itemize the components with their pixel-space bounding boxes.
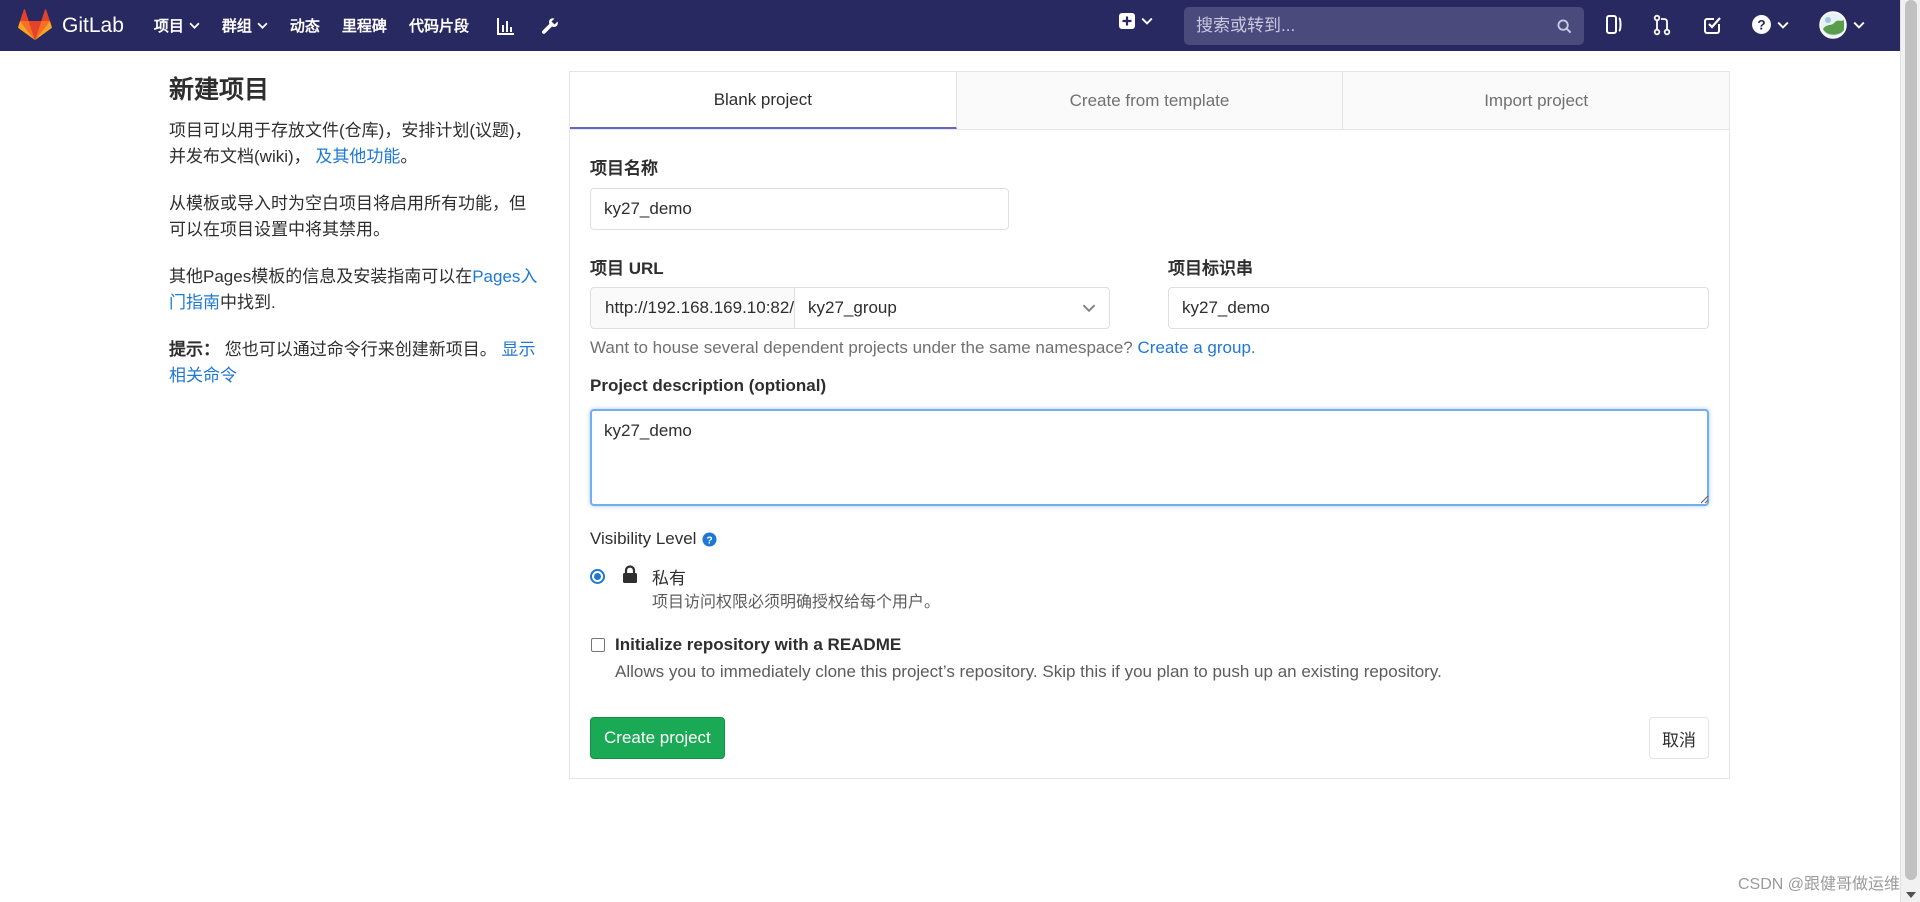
wrench-icon [541,17,558,34]
nav-link-label: 里程碑 [341,18,387,35]
nav-link-label: 群组 [221,18,252,35]
nav-link-groups[interactable]: 群组 [222,15,268,36]
top-navbar: GitLab 项目 群组 动态 里程碑 代码片段 搜索或转到... ? [0,0,1900,51]
user-avatar [1819,11,1847,39]
project-description-label-text: Project description (optional) [590,376,827,395]
watermark: CSDN @跟健哥做运维 [1737,876,1900,893]
nav-link-milestones[interactable]: 里程碑 [342,15,387,36]
scroll-down-arrow-icon[interactable] [1906,892,1916,898]
info-paragraph-pages: 其他Pages模板的信息及安装指南可以在Pages入门指南中找到. [169,264,539,316]
readme-help: Allows you to immediately clone this pro… [615,662,1442,681]
project-description-textarea[interactable]: ky27_demo [590,409,1709,506]
chevron-down-icon [189,22,200,29]
info-paragraph-features: 项目可以用于存放文件(仓库)，安排计划(议题)，并发布文档(wiki)， 及其他… [169,118,539,170]
gitlab-logo-icon [18,8,52,40]
project-name-input[interactable] [590,188,1009,230]
project-slug-input[interactable] [1168,287,1709,329]
resize-grip-icon[interactable] [1699,494,1709,504]
create-project-button[interactable]: Create project [590,717,725,759]
nav-links: 项目 群组 动态 里程碑 代码片段 [154,0,579,51]
issues-icon [1606,15,1622,34]
user-menu-button[interactable] [1819,11,1865,39]
new-dropdown-button[interactable] [1118,12,1153,30]
admin-area-button[interactable] [535,11,565,41]
namespace-select[interactable]: ky27_group [795,287,1110,329]
readme-label[interactable]: Initialize repository with a README [615,635,901,655]
nav-link-snippets[interactable]: 代码片段 [409,15,469,36]
scrollbar-thumb[interactable] [1905,0,1917,880]
tip-text: 您也可以通过命令行来创建新项目。 [224,340,497,359]
visibility-private-radio[interactable] [590,569,605,584]
tab-create-from-template[interactable]: Create from template [956,72,1344,129]
plus-square-icon [1119,13,1135,29]
project-name-label: 项目名称 [590,159,658,178]
visibility-label-text: Visibility Level [590,529,697,548]
chevron-down-icon [1141,17,1153,25]
project-tabs: Blank project Create from template Impor… [570,72,1730,130]
chart-icon [496,17,514,35]
lock-icon [623,565,637,583]
project-description-label: Project description (optional) [590,376,826,396]
visibility-private-help: 项目访问权限必须明确授权给每个用户。 [652,594,941,611]
brand[interactable]: GitLab [18,0,124,51]
tab-import-project[interactable]: Import project [1343,72,1730,129]
issues-button[interactable] [1604,14,1624,41]
todo-check-icon [1704,17,1721,34]
nav-link-label: 代码片段 [408,18,469,35]
todos-button[interactable] [1703,15,1723,40]
merge-request-icon [1653,14,1671,36]
new-project-panel: Blank project Create from template Impor… [569,71,1730,779]
question-circle-icon[interactable]: ? [702,531,717,547]
group-help-text: Want to house several dependent projects… [590,338,1256,358]
merge-requests-button[interactable] [1652,14,1672,41]
svg-text:?: ? [707,535,713,546]
chevron-down-icon [1082,304,1096,313]
nav-link-label: 动态 [289,18,320,35]
visibility-private-label[interactable]: 私有 [652,564,686,589]
chevron-down-icon [1777,21,1789,29]
project-url-prefix: http://192.168.169.10:82/ [590,287,795,329]
chevron-down-icon [257,22,268,29]
new-project-info: 新建项目 项目可以用于存放文件(仓库)，安排计划(议题)，并发布文档(wiki)… [169,70,539,410]
help-icon: ? [1752,15,1771,34]
group-help-message: Want to house several dependent projects… [590,338,1133,357]
project-url-label: 项目 URL [590,259,664,278]
help-dropdown-button[interactable]: ? [1751,14,1789,35]
tab-blank-project[interactable]: Blank project [570,72,957,129]
readme-checkbox[interactable] [591,638,605,652]
chart-button[interactable] [491,11,521,41]
cancel-button[interactable]: 取消 [1649,717,1709,759]
info-text: 其他Pages模板的信息及安装指南可以在 [169,267,473,286]
chevron-down-icon [1853,21,1865,29]
vertical-scrollbar[interactable] [1900,0,1920,902]
project-slug-label: 项目标识串 [1168,259,1253,278]
info-paragraph-templates: 从模板或导入时为空白项目将启用所有功能，但可以在项目设置中将其禁用。 [169,194,526,239]
more-features-link[interactable]: 及其他功能 [315,147,400,166]
search-input[interactable] [1196,16,1557,36]
info-text-end: 中找到. [220,293,276,312]
tip-label: 提示： [169,340,220,359]
create-group-link[interactable]: Create a group. [1138,338,1256,357]
search-icon [1557,18,1572,33]
visibility-label: Visibility Level ? [590,529,717,549]
nav-link-activity[interactable]: 动态 [290,15,320,36]
nav-link-projects[interactable]: 项目 [154,15,200,36]
info-paragraph-tip: 提示： 您也可以通过命令行来创建新项目。 显示相关命令 [169,337,539,389]
brand-name: GitLab [62,13,124,37]
page-title: 新建项目 [169,76,270,104]
namespace-value: ky27_group [808,298,897,317]
info-text-end: 。 [400,147,418,166]
nav-link-label: 项目 [153,18,184,35]
search-box[interactable] [1184,7,1584,45]
svg-text:?: ? [1757,18,1765,33]
